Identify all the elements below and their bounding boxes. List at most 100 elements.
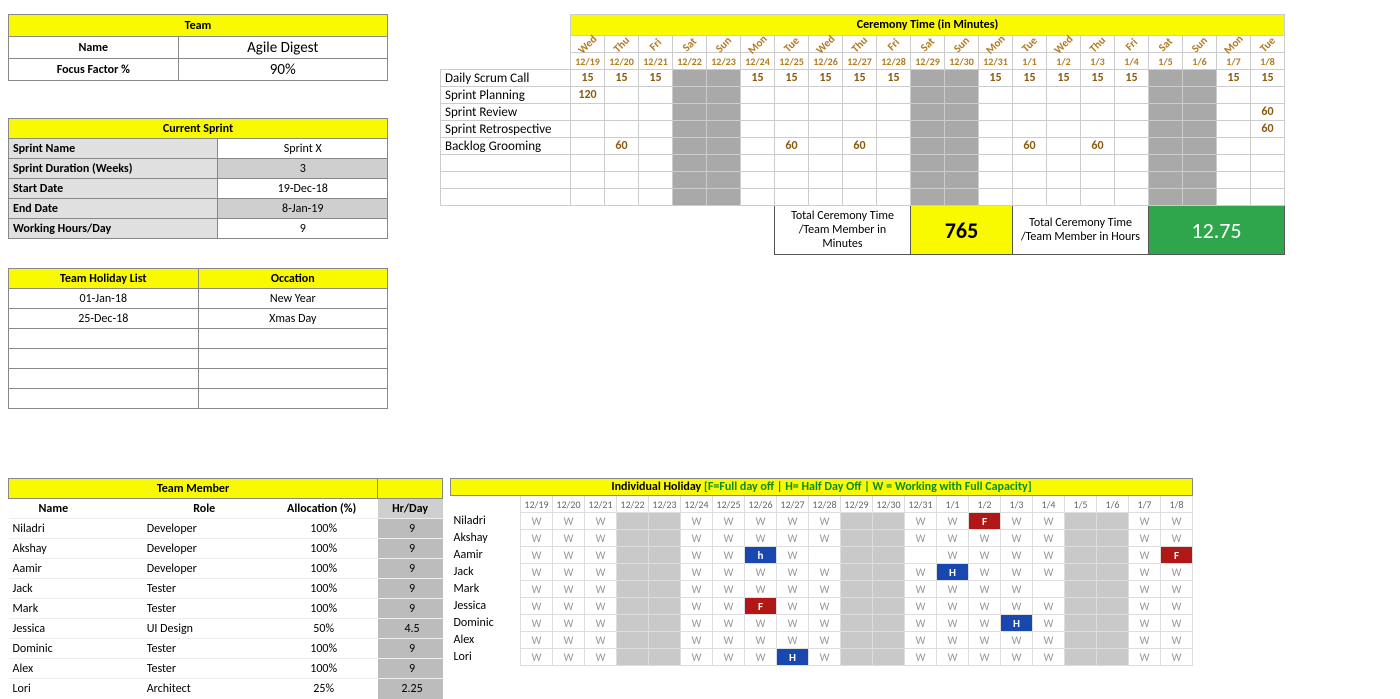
- indiv-cell[interactable]: W: [713, 649, 745, 666]
- holiday-occ[interactable]: [198, 369, 388, 389]
- indiv-cell[interactable]: W: [809, 598, 841, 615]
- ceremony-cell[interactable]: [571, 172, 605, 189]
- ceremony-cell[interactable]: [775, 104, 809, 121]
- indiv-cell[interactable]: [1097, 530, 1129, 547]
- ceremony-cell[interactable]: [1013, 104, 1047, 121]
- ceremony-cell[interactable]: [945, 172, 979, 189]
- ceremony-cell[interactable]: 15: [1251, 70, 1285, 87]
- ceremony-cell[interactable]: [979, 121, 1013, 138]
- indiv-cell[interactable]: W: [905, 530, 937, 547]
- ceremony-cell[interactable]: [1081, 104, 1115, 121]
- ceremony-cell[interactable]: [877, 189, 911, 206]
- ceremony-cell[interactable]: [707, 121, 741, 138]
- ceremony-cell[interactable]: [741, 172, 775, 189]
- indiv-cell[interactable]: [1065, 530, 1097, 547]
- holiday-date[interactable]: 25-Dec-18: [9, 309, 199, 329]
- indiv-cell[interactable]: W: [1033, 564, 1065, 581]
- indiv-cell[interactable]: W: [905, 615, 937, 632]
- ceremony-cell[interactable]: [571, 121, 605, 138]
- indiv-cell[interactable]: W: [585, 581, 617, 598]
- ceremony-cell[interactable]: [673, 138, 707, 155]
- ceremony-cell[interactable]: [1217, 189, 1251, 206]
- member-alloc[interactable]: 100%: [266, 639, 378, 659]
- indiv-cell[interactable]: W: [585, 615, 617, 632]
- ceremony-cell[interactable]: [979, 104, 1013, 121]
- indiv-cell[interactable]: W: [1129, 598, 1161, 615]
- ceremony-cell[interactable]: [1115, 155, 1149, 172]
- holiday-date[interactable]: [9, 369, 199, 389]
- ceremony-cell[interactable]: [673, 104, 707, 121]
- indiv-cell[interactable]: [905, 547, 937, 564]
- ceremony-cell[interactable]: [1149, 155, 1183, 172]
- ceremony-cell[interactable]: [1047, 104, 1081, 121]
- ceremony-cell[interactable]: [843, 104, 877, 121]
- indiv-cell[interactable]: W: [1161, 513, 1193, 530]
- indiv-cell[interactable]: W: [969, 598, 1001, 615]
- indiv-cell[interactable]: [1097, 615, 1129, 632]
- ceremony-cell[interactable]: [1013, 189, 1047, 206]
- ceremony-cell[interactable]: [639, 104, 673, 121]
- indiv-cell[interactable]: W: [521, 649, 553, 666]
- ceremony-cell[interactable]: [1115, 121, 1149, 138]
- ceremony-cell[interactable]: [809, 104, 843, 121]
- indiv-cell[interactable]: W: [777, 598, 809, 615]
- ceremony-cell[interactable]: [1013, 172, 1047, 189]
- indiv-cell[interactable]: [1097, 649, 1129, 666]
- indiv-cell[interactable]: W: [809, 632, 841, 649]
- ceremony-cell[interactable]: [911, 172, 945, 189]
- sprint-row-value[interactable]: 19-Dec-18: [218, 179, 388, 199]
- indiv-cell[interactable]: H: [937, 564, 969, 581]
- indiv-cell[interactable]: W: [1161, 632, 1193, 649]
- ceremony-cell[interactable]: [639, 138, 673, 155]
- indiv-cell[interactable]: W: [777, 513, 809, 530]
- indiv-cell[interactable]: W: [969, 564, 1001, 581]
- indiv-cell[interactable]: [873, 649, 905, 666]
- ceremony-cell[interactable]: 15: [571, 70, 605, 87]
- ceremony-cell[interactable]: [1081, 172, 1115, 189]
- ceremony-cell[interactable]: [945, 70, 979, 87]
- indiv-cell[interactable]: W: [937, 615, 969, 632]
- indiv-cell[interactable]: W: [905, 632, 937, 649]
- ceremony-cell[interactable]: [1183, 138, 1217, 155]
- ceremony-cell[interactable]: 15: [1115, 70, 1149, 87]
- indiv-cell[interactable]: W: [553, 581, 585, 598]
- ceremony-cell[interactable]: [1183, 104, 1217, 121]
- ceremony-cell[interactable]: [1013, 121, 1047, 138]
- ceremony-cell[interactable]: 60: [1081, 138, 1115, 155]
- ceremony-cell[interactable]: [877, 87, 911, 104]
- indiv-cell[interactable]: W: [777, 564, 809, 581]
- ceremony-cell[interactable]: [945, 104, 979, 121]
- indiv-cell[interactable]: W: [1033, 615, 1065, 632]
- indiv-cell[interactable]: [841, 598, 873, 615]
- ceremony-cell[interactable]: [809, 189, 843, 206]
- indiv-cell[interactable]: W: [713, 615, 745, 632]
- indiv-cell[interactable]: [1097, 564, 1129, 581]
- ceremony-cell[interactable]: [741, 138, 775, 155]
- ceremony-cell[interactable]: [1115, 87, 1149, 104]
- indiv-cell[interactable]: W: [1001, 530, 1033, 547]
- indiv-cell[interactable]: W: [1161, 530, 1193, 547]
- indiv-cell[interactable]: [649, 547, 681, 564]
- indiv-cell[interactable]: W: [585, 547, 617, 564]
- indiv-cell[interactable]: W: [553, 598, 585, 615]
- indiv-cell[interactable]: W: [1129, 649, 1161, 666]
- sprint-row-value[interactable]: 9: [218, 219, 388, 239]
- ceremony-cell[interactable]: [1183, 172, 1217, 189]
- indiv-cell[interactable]: W: [809, 564, 841, 581]
- indiv-cell[interactable]: [841, 632, 873, 649]
- ceremony-cell[interactable]: [1081, 189, 1115, 206]
- indiv-cell[interactable]: W: [681, 581, 713, 598]
- ceremony-cell[interactable]: [673, 189, 707, 206]
- ceremony-cell[interactable]: 15: [877, 70, 911, 87]
- ceremony-cell[interactable]: [1115, 189, 1149, 206]
- ceremony-cell[interactable]: 15: [775, 70, 809, 87]
- ceremony-cell[interactable]: [1149, 121, 1183, 138]
- holiday-date[interactable]: [9, 349, 199, 369]
- indiv-cell[interactable]: H: [777, 649, 809, 666]
- indiv-cell[interactable]: [873, 581, 905, 598]
- indiv-cell[interactable]: W: [553, 547, 585, 564]
- indiv-cell[interactable]: [1065, 564, 1097, 581]
- indiv-cell[interactable]: W: [1033, 530, 1065, 547]
- team-name-value[interactable]: Agile Digest: [178, 37, 387, 59]
- indiv-cell[interactable]: [841, 649, 873, 666]
